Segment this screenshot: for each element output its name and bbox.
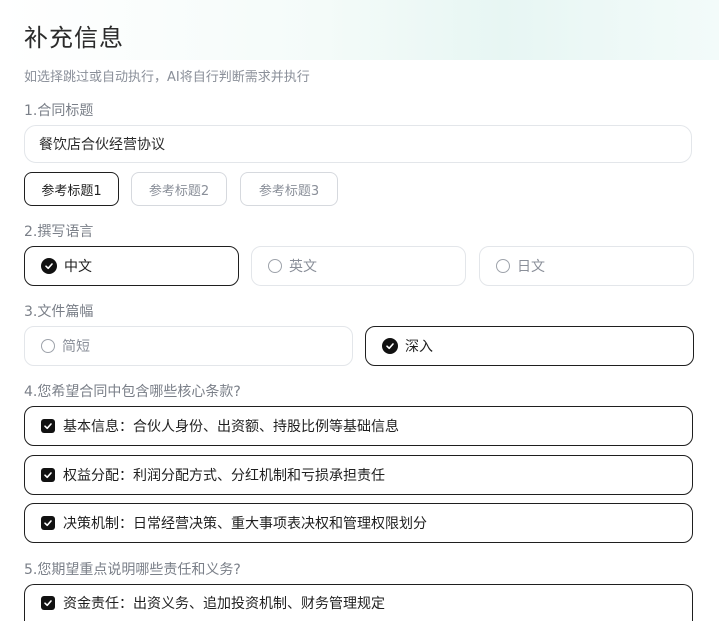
language-option-japanese[interactable]: 日文: [479, 246, 694, 286]
contract-title-input-value: 餐饮店合伙经营协议: [39, 137, 165, 153]
length-option-label: 深入: [405, 339, 433, 355]
clause-option-label: 基本信息：合伙人身份、出资额、持股比例等基础信息: [63, 419, 399, 435]
responsibility-option-funding[interactable]: 资金责任：出资义务、追加投资机制、财务管理规定: [24, 584, 693, 621]
clause-option-label: 决策机制：日常经营决策、重大事项表决权和管理权限划分: [63, 516, 427, 532]
reference-title-chip-1[interactable]: 参考标题1: [24, 172, 119, 206]
page-title: 补充信息: [24, 24, 124, 52]
checkbox-checked-icon: [41, 596, 55, 610]
circle-icon: [41, 339, 55, 353]
responsibility-option-label: 资金责任：出资义务、追加投资机制、财务管理规定: [63, 596, 385, 612]
clause-option-basic-info[interactable]: 基本信息：合伙人身份、出资额、持股比例等基础信息: [24, 406, 693, 446]
length-option-short[interactable]: 简短: [24, 326, 353, 366]
length-option-label: 简短: [62, 339, 90, 355]
question-label-contract-title: 1.合同标题: [24, 103, 94, 119]
check-circle-icon: [41, 258, 57, 274]
circle-icon: [496, 259, 510, 273]
checkbox-checked-icon: [41, 419, 55, 433]
length-option-deep[interactable]: 深入: [365, 326, 694, 366]
contract-title-input[interactable]: 餐饮店合伙经营协议: [24, 125, 692, 163]
language-option-label: 英文: [289, 259, 317, 275]
page-hint: 如选择跳过或自动执行，AI将自行判断需求并执行: [24, 70, 310, 85]
checkbox-checked-icon: [41, 468, 55, 482]
question-label-core-clauses: 4.您希望合同中包含哪些核心条款?: [24, 384, 241, 400]
language-option-chinese[interactable]: 中文: [24, 246, 239, 286]
reference-title-chip-3[interactable]: 参考标题3: [240, 172, 338, 206]
clause-option-decision-mechanism[interactable]: 决策机制：日常经营决策、重大事项表决权和管理权限划分: [24, 503, 693, 543]
question-label-length: 3.文件篇幅: [24, 304, 94, 320]
checkbox-checked-icon: [41, 516, 55, 530]
clause-option-label: 权益分配：利润分配方式、分红机制和亏损承担责任: [63, 468, 385, 484]
language-option-label: 中文: [64, 259, 92, 275]
language-option-label: 日文: [517, 259, 545, 275]
question-label-responsibilities: 5.您期望重点说明哪些责任和义务?: [24, 562, 241, 578]
clause-option-rights-distribution[interactable]: 权益分配：利润分配方式、分红机制和亏损承担责任: [24, 455, 693, 495]
check-circle-icon: [382, 338, 398, 354]
language-option-english[interactable]: 英文: [251, 246, 466, 286]
question-label-language: 2.撰写语言: [24, 224, 94, 240]
circle-icon: [268, 259, 282, 273]
reference-title-chip-2[interactable]: 参考标题2: [131, 172, 227, 206]
